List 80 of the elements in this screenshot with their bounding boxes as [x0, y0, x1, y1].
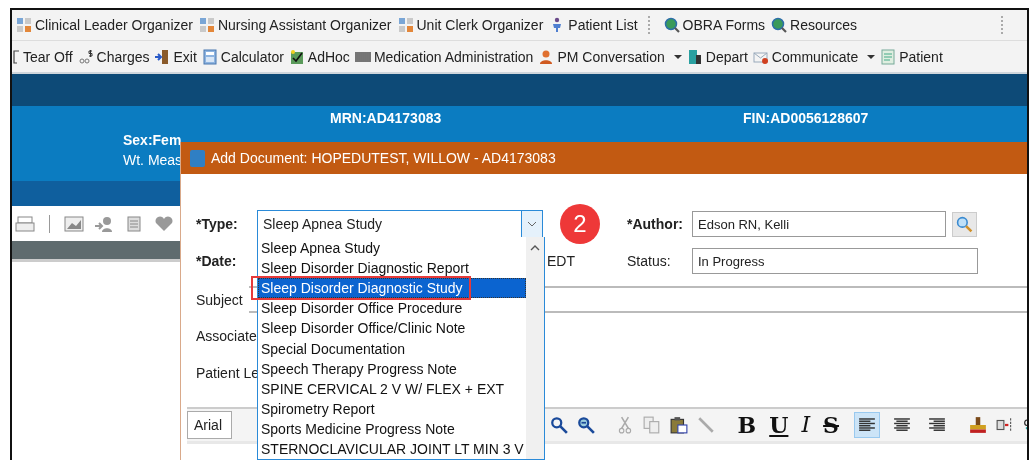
search-icon — [956, 215, 973, 233]
align-icon — [928, 416, 946, 434]
align-icon — [858, 416, 876, 434]
dropdown-option[interactable]: Sports Medicine Progress Note — [258, 418, 526, 439]
toolbar-button[interactable]: Resources — [771, 17, 857, 33]
toolbar-button[interactable]: Charges — [77, 48, 150, 65]
paste-icon[interactable] — [669, 416, 688, 434]
toolbar-button[interactable]: Medication Administration — [354, 48, 534, 65]
toolbar-button[interactable]: AdHoc — [288, 48, 350, 65]
dollar-icon — [77, 48, 94, 65]
italic-button[interactable]: I — [799, 414, 813, 436]
dropdown-option[interactable]: Special Documentation — [258, 338, 526, 359]
status-label: Status: — [627, 253, 672, 269]
font-field[interactable]: Arial — [187, 411, 232, 439]
bold-button[interactable]: B — [735, 414, 759, 436]
zoom-out-icon[interactable] — [576, 416, 595, 434]
toolbar-button[interactable]: Depart — [686, 48, 748, 65]
insert-icon[interactable] — [996, 416, 1014, 434]
scrollbar[interactable] — [526, 237, 544, 459]
toolbar-button[interactable]: Nursing Assistant Organizer — [198, 17, 392, 33]
grid-icon — [16, 17, 32, 33]
copy-icon[interactable] — [642, 416, 661, 434]
underline-button[interactable]: U — [767, 414, 791, 436]
grid-icon — [397, 17, 414, 33]
dropdown-option[interactable]: Speech Therapy Progress Note — [258, 358, 526, 379]
toolbar-button[interactable]: OBRA Forms — [663, 17, 766, 33]
toolbar-button[interactable]: Patient — [880, 48, 943, 65]
chevron-down-icon — [527, 221, 537, 227]
toolbar-button[interactable]: Tear Off — [12, 48, 73, 65]
app-logo-icon — [190, 149, 205, 167]
mrn-text: MRN:AD4173083 — [330, 110, 442, 128]
checklist-icon — [288, 48, 305, 65]
date-label: *Date: — [196, 253, 238, 269]
dialog-title: Add Document: HOPEDUTEST, WILLOW - AD4173083 — [211, 150, 556, 166]
heart-icon[interactable] — [154, 215, 174, 232]
dropdown-option[interactable]: Sleep Disorder Diagnostic Report — [258, 258, 526, 279]
scroll-up-icon[interactable] — [530, 245, 540, 251]
search-button[interactable] — [952, 211, 977, 237]
subject-label: Subject — [196, 291, 243, 308]
dropdown-option[interactable]: Sleep Disorder Office/Clinic Note — [258, 318, 526, 339]
zoom-in-icon[interactable] — [549, 416, 568, 434]
chart-icon[interactable] — [64, 215, 84, 232]
type-label: *Type: — [196, 216, 239, 232]
printer-icon[interactable] — [15, 215, 35, 232]
strikethrough-button[interactable]: S — [821, 414, 841, 436]
toolbar-button[interactable]: Patient List — [549, 17, 638, 33]
grid-icon — [198, 17, 215, 33]
person-icon — [538, 48, 555, 65]
toolbar-button[interactable]: Unit Clerk Organizer — [397, 17, 544, 33]
dropdown-option[interactable]: STERNOCLAVICULAR JOINT LT MIN 3 V — [258, 438, 526, 460]
dropdown-option[interactable]: Sleep Disorder Office Procedure — [258, 298, 526, 319]
status-field[interactable]: In Progress — [692, 248, 978, 274]
timezone-text: EDT — [547, 253, 575, 269]
sex-text: Sex:Fem — [123, 132, 182, 150]
dropdown-option[interactable]: Sleep Apnea Study — [258, 238, 526, 259]
page-corner-icon — [12, 48, 20, 65]
fin-text: FIN:AD0056128607 — [743, 110, 869, 128]
globe-icon — [771, 17, 788, 33]
toolbar-button[interactable]: PM Conversation — [538, 48, 682, 65]
dropdown-option[interactable]: SPINE CERVICAL 2 V W/ FLEX + EXT — [258, 378, 526, 399]
person-icon[interactable] — [94, 215, 114, 232]
document-icon — [880, 48, 897, 65]
author-field[interactable]: Edson RN, Kelli — [692, 211, 946, 237]
caret-icon — [673, 54, 682, 59]
toolbar-button[interactable]: Exit — [154, 48, 197, 65]
dropdown-option[interactable]: Spirometry Report — [258, 398, 526, 419]
document-icon[interactable] — [124, 215, 144, 232]
caret-icon — [867, 54, 876, 59]
toolbar-button[interactable]: Clinical Leader Organizer — [16, 17, 193, 33]
step-badge: 2 — [560, 204, 600, 244]
stamp-icon[interactable] — [969, 416, 987, 434]
align-icon — [893, 416, 911, 434]
weight-text: Wt. Meas — [123, 152, 183, 170]
globe-icon — [663, 17, 680, 33]
author-label: *Author: — [627, 216, 684, 232]
align-button[interactable] — [854, 412, 880, 438]
toolbar-button[interactable]: Communicate — [752, 48, 876, 65]
calculator-icon — [201, 48, 218, 65]
associate-label: Associate — [196, 328, 257, 344]
toolbar-button[interactable]: Calculator — [201, 48, 284, 65]
